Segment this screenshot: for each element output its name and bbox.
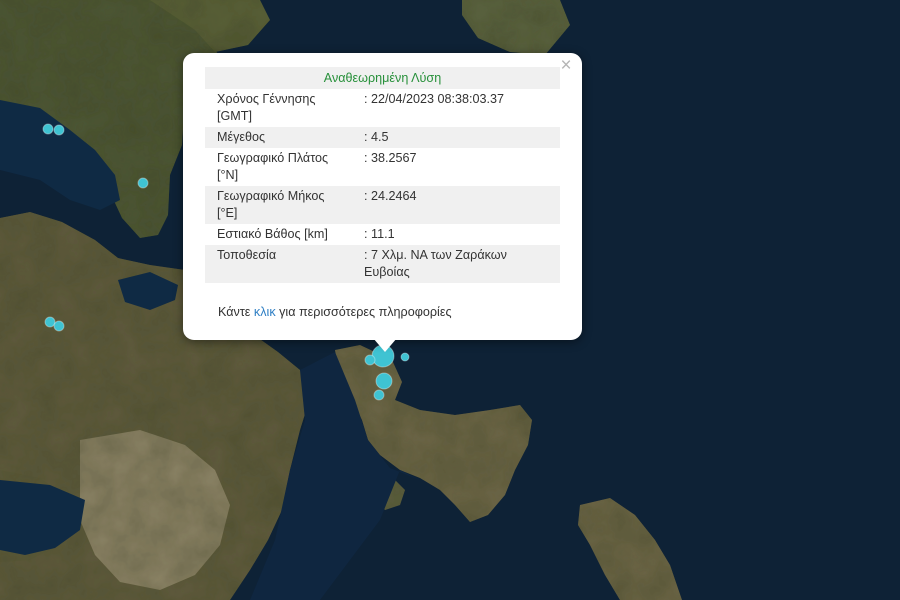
quake-marker[interactable] <box>53 124 65 136</box>
row-magnitude: Μέγεθος : 4.5 <box>205 127 560 148</box>
earthquake-popup: × Αναθεωρημένη Λύση Χρόνος Γέννησης [GMT]… <box>183 53 582 340</box>
quake-marker[interactable] <box>44 316 56 328</box>
quake-marker[interactable] <box>364 354 376 366</box>
label-origin-time: Χρόνος Γέννησης [GMT] <box>205 89 362 127</box>
row-depth: Εστιακό Βάθος [km] : 11.1 <box>205 224 560 245</box>
more-info-link[interactable]: κλικ <box>254 305 276 319</box>
value-location: : 7 Χλμ. ΝΑ των Ζαράκων Ευβοίας <box>362 245 560 283</box>
more-info-prefix: Κάντε <box>218 305 254 319</box>
row-location: Τοποθεσία : 7 Χλμ. ΝΑ των Ζαράκων Ευβοίας <box>205 245 560 283</box>
label-location: Τοποθεσία <box>205 245 362 283</box>
quake-marker[interactable] <box>375 372 393 390</box>
quake-marker[interactable] <box>42 123 54 135</box>
popup-title-row: Αναθεωρημένη Λύση <box>205 67 560 89</box>
earthquake-info-table: Αναθεωρημένη Λύση Χρόνος Γέννησης [GMT] :… <box>205 67 560 283</box>
popup-title: Αναθεωρημένη Λύση <box>205 67 560 89</box>
row-origin-time: Χρόνος Γέννησης [GMT] : 22/04/2023 08:38:… <box>205 89 560 127</box>
quake-marker[interactable] <box>400 352 410 362</box>
row-longitude: Γεωγραφικό Μήκος [°E] : 24.2464 <box>205 186 560 224</box>
value-magnitude: : 4.5 <box>362 127 560 148</box>
label-longitude: Γεωγραφικό Μήκος [°E] <box>205 186 362 224</box>
value-latitude: : 38.2567 <box>362 148 560 186</box>
label-magnitude: Μέγεθος <box>205 127 362 148</box>
quake-marker[interactable] <box>373 389 385 401</box>
value-longitude: : 24.2464 <box>362 186 560 224</box>
value-origin-time: : 22/04/2023 08:38:03.37 <box>362 89 560 127</box>
value-depth: : 11.1 <box>362 224 560 245</box>
popup-pointer <box>373 338 397 352</box>
label-latitude: Γεωγραφικό Πλάτος [°N] <box>205 148 362 186</box>
more-info-line: Κάντε κλικ για περισσότερες πληροφορίες <box>218 305 452 319</box>
label-depth: Εστιακό Βάθος [km] <box>205 224 362 245</box>
quake-marker[interactable] <box>137 177 149 189</box>
quake-marker[interactable] <box>53 320 65 332</box>
more-info-suffix: για περισσότερες πληροφορίες <box>275 305 452 319</box>
row-latitude: Γεωγραφικό Πλάτος [°N] : 38.2567 <box>205 148 560 186</box>
